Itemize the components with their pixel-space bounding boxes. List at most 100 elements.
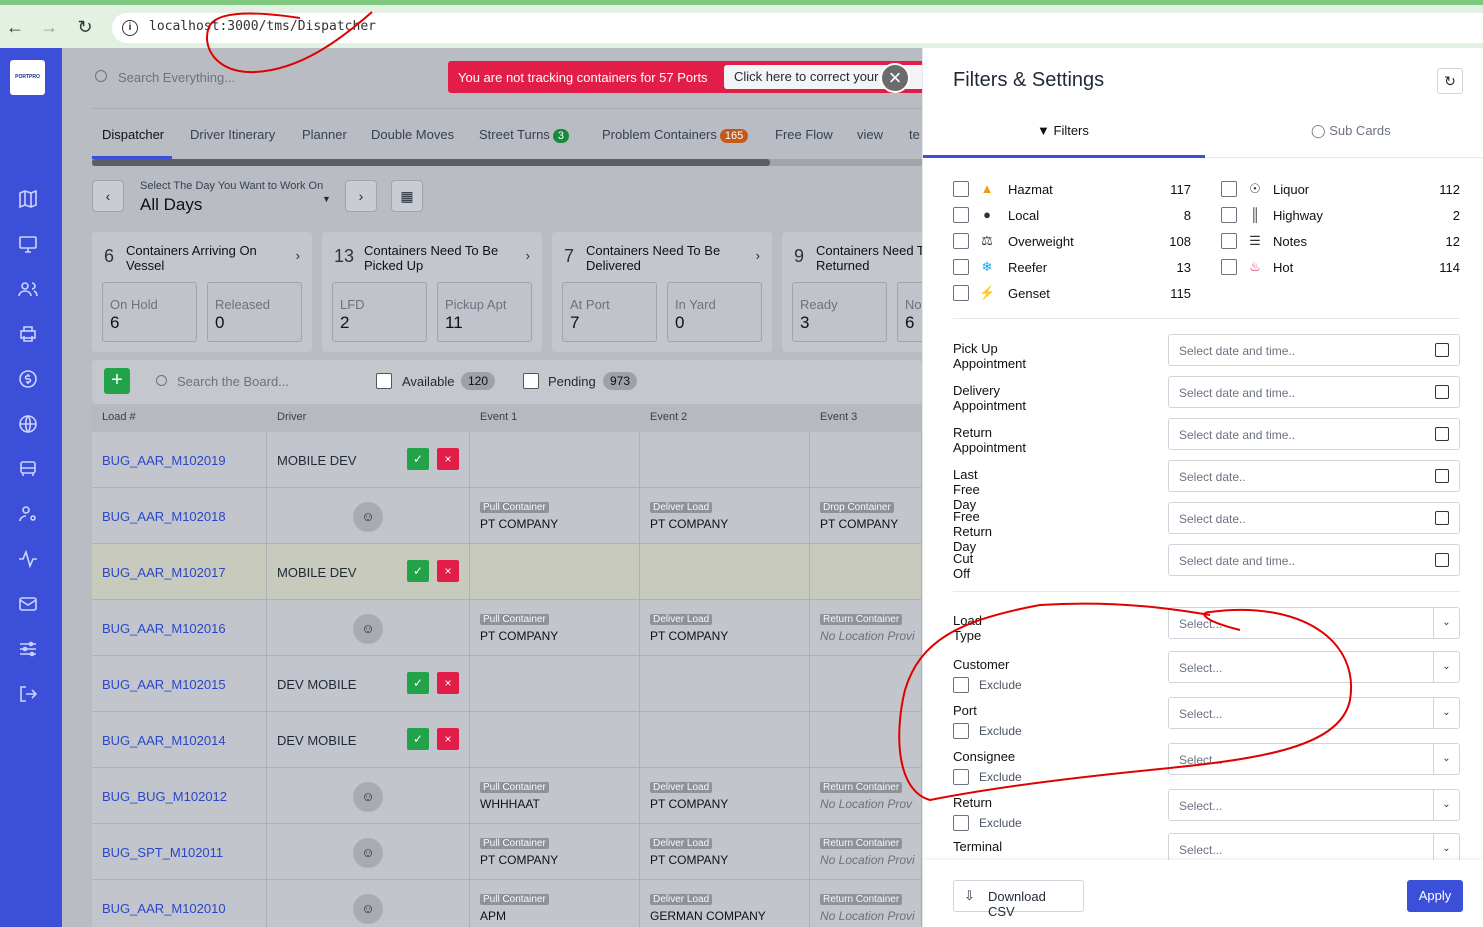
mail-icon[interactable]: [17, 593, 39, 615]
chevron-right-icon[interactable]: ›: [526, 248, 530, 263]
calendar-icon[interactable]: [1435, 385, 1449, 399]
subcard-in-yard[interactable]: In Yard 0: [667, 282, 762, 342]
date-filter-input[interactable]: Select date..: [1168, 460, 1460, 492]
select-filter-dropdown[interactable]: Select... ⌄: [1168, 789, 1460, 821]
pending-checkbox[interactable]: [523, 373, 539, 389]
flag-checkbox[interactable]: [953, 207, 969, 223]
table-row[interactable]: BUG_AAR_M102016 ☺ Pull Container PT COMPANY…: [92, 600, 922, 656]
subcard-no[interactable]: No 6: [897, 282, 922, 342]
assign-driver-icon[interactable]: ☺: [353, 502, 383, 532]
flag-checkbox[interactable]: [953, 285, 969, 301]
tab-view[interactable]: view: [857, 127, 883, 142]
date-filter-input[interactable]: Select date and time..: [1168, 334, 1460, 366]
flag-checkbox[interactable]: [1221, 233, 1237, 249]
monitor-icon[interactable]: [17, 233, 39, 255]
reload-icon[interactable]: ↻: [73, 15, 97, 39]
table-row[interactable]: BUG_AAR_M102018 ☺ Pull Container PT COMPANY…: [92, 488, 922, 544]
tab-free-flow[interactable]: Free Flow: [775, 127, 833, 142]
exclude-checkbox[interactable]: [953, 769, 969, 785]
printer-icon[interactable]: [17, 323, 39, 345]
remove-driver-button[interactable]: ×: [437, 560, 459, 582]
chevron-down-icon[interactable]: ⌄: [1433, 652, 1459, 682]
load-number-link[interactable]: BUG_AAR_M102010: [102, 901, 226, 916]
tab-te[interactable]: te: [909, 127, 920, 142]
add-load-button[interactable]: +: [104, 368, 130, 394]
remove-driver-button[interactable]: ×: [437, 672, 459, 694]
exclude-checkbox[interactable]: [953, 723, 969, 739]
chevron-right-icon[interactable]: ›: [296, 248, 300, 263]
header-driver[interactable]: Driver: [277, 411, 306, 423]
board-search-input[interactable]: Search the Board...: [177, 374, 289, 389]
tab-driver-itinerary[interactable]: Driver Itinerary: [190, 127, 275, 142]
app-logo[interactable]: PORTPRO: [10, 60, 45, 95]
tab-dispatcher[interactable]: Dispatcher: [102, 127, 164, 142]
calendar-button[interactable]: ▦: [391, 180, 423, 212]
chevron-down-icon[interactable]: ⌄: [1433, 744, 1459, 774]
remove-driver-button[interactable]: ×: [437, 448, 459, 470]
load-number-link[interactable]: BUG_AAR_M102014: [102, 733, 226, 748]
user-settings-icon[interactable]: [17, 503, 39, 525]
users-icon[interactable]: [17, 278, 39, 300]
table-row[interactable]: BUG_SPT_M102011 ☺ Pull Container PT COMPANY…: [92, 824, 922, 880]
table-row[interactable]: BUG_AAR_M102015 DEV MOBILE ✓ ×: [92, 656, 922, 712]
forward-arrow-icon[interactable]: →: [37, 15, 61, 39]
sliders-icon[interactable]: [17, 638, 39, 660]
day-picker-value[interactable]: All Days: [140, 195, 202, 215]
close-icon[interactable]: ×: [880, 63, 910, 93]
load-number-link[interactable]: BUG_AAR_M102015: [102, 677, 226, 692]
flag-checkbox[interactable]: [1221, 207, 1237, 223]
calendar-icon[interactable]: [1435, 553, 1449, 567]
table-row[interactable]: BUG_AAR_M102010 ☺ Pull Container APM Deliver…: [92, 880, 922, 927]
tabs-scrollbar-thumb[interactable]: [92, 159, 770, 166]
prev-day-button[interactable]: ‹: [92, 180, 124, 212]
chevron-down-icon[interactable]: ⌄: [1433, 790, 1459, 820]
calendar-icon[interactable]: [1435, 469, 1449, 483]
tab-sub-cards[interactable]: ◯ Sub Cards: [1311, 123, 1391, 139]
confirm-driver-button[interactable]: ✓: [407, 728, 429, 750]
calendar-icon[interactable]: [1435, 343, 1449, 357]
tab-planner[interactable]: Planner: [302, 127, 347, 142]
assign-driver-icon[interactable]: ☺: [353, 782, 383, 812]
available-checkbox[interactable]: [376, 373, 392, 389]
tab-street-turns[interactable]: Street Turns 3: [479, 127, 569, 143]
chevron-down-icon[interactable]: ⌄: [1433, 608, 1459, 638]
globe-icon[interactable]: [17, 413, 39, 435]
load-number-link[interactable]: BUG_SPT_M102011: [102, 845, 223, 860]
subcard-ready[interactable]: Ready 3: [792, 282, 887, 342]
flag-checkbox[interactable]: [953, 233, 969, 249]
subcard-on-hold[interactable]: On Hold 6: [102, 282, 197, 342]
assign-driver-icon[interactable]: ☺: [353, 614, 383, 644]
date-filter-input[interactable]: Select date..: [1168, 502, 1460, 534]
header-event-2[interactable]: Event 2: [650, 411, 687, 423]
select-filter-dropdown[interactable]: Select... ⌄: [1168, 607, 1460, 639]
activity-icon[interactable]: [17, 548, 39, 570]
subcard-lfd[interactable]: LFD 2: [332, 282, 427, 342]
header-event-1[interactable]: Event 1: [480, 411, 517, 423]
date-filter-input[interactable]: Select date and time..: [1168, 376, 1460, 408]
remove-driver-button[interactable]: ×: [437, 728, 459, 750]
tab-problem-containers[interactable]: Problem Containers 165: [602, 127, 749, 143]
header-load-number[interactable]: Load #: [102, 411, 136, 423]
chevron-down-icon[interactable]: ▼: [322, 194, 331, 204]
load-number-link[interactable]: BUG_AAR_M102019: [102, 453, 226, 468]
flag-checkbox[interactable]: [1221, 181, 1237, 197]
table-row[interactable]: BUG_AAR_M102019 MOBILE DEV ✓ ×: [92, 432, 922, 488]
select-filter-dropdown[interactable]: Select... ⌄: [1168, 743, 1460, 775]
global-search-input[interactable]: Search Everything...: [118, 70, 235, 85]
date-filter-input[interactable]: Select date and time..: [1168, 418, 1460, 450]
tab-double-moves[interactable]: Double Moves: [371, 127, 454, 142]
info-icon[interactable]: i: [122, 20, 138, 36]
back-arrow-icon[interactable]: ←: [3, 15, 27, 39]
subcard-at-port[interactable]: At Port 7: [562, 282, 657, 342]
billing-icon[interactable]: [17, 368, 39, 390]
chevron-down-icon[interactable]: ⌄: [1433, 698, 1459, 728]
subcard-pickup-apt[interactable]: Pickup Apt 11: [437, 282, 532, 342]
card-returned[interactable]: 9 Containers Need To Be Returned Ready3 …: [782, 232, 922, 352]
truck-icon[interactable]: [17, 458, 39, 480]
card-arriving-vessel[interactable]: 6 Containers Arriving On Vessel › On Hol…: [92, 232, 312, 352]
address-bar[interactable]: i localhost:3000/tms/Dispatcher: [112, 13, 1483, 43]
header-event-3[interactable]: Event 3: [820, 411, 857, 423]
calendar-icon[interactable]: [1435, 511, 1449, 525]
load-number-link[interactable]: BUG_BUG_M102012: [102, 789, 227, 804]
map-icon[interactable]: [17, 188, 39, 210]
